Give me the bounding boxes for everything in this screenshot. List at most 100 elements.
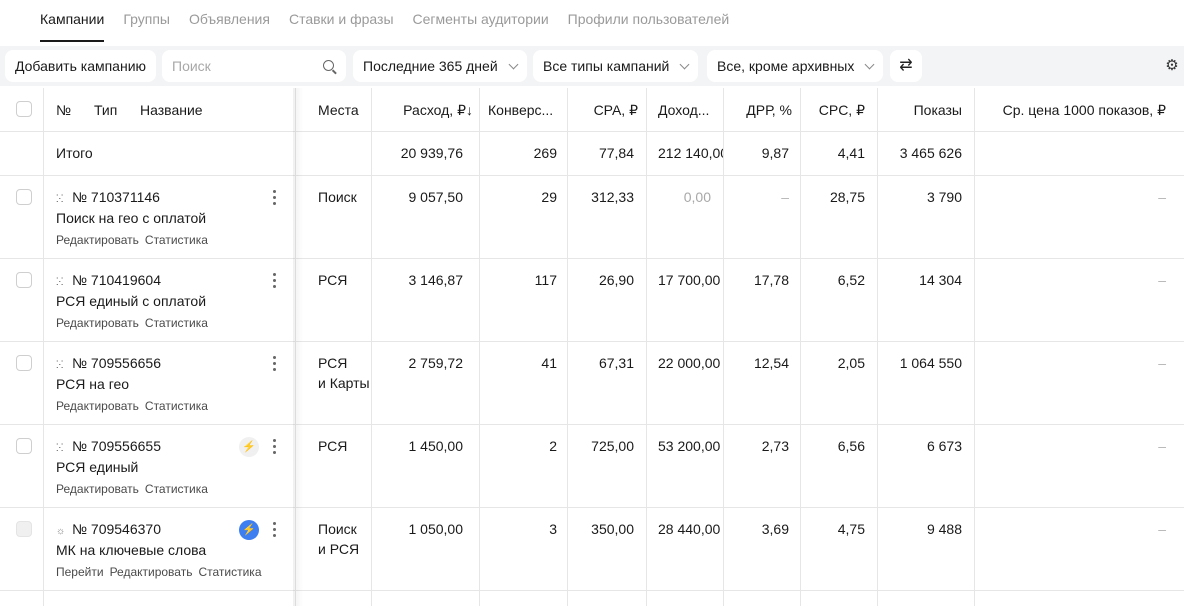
header-name[interactable]: Название — [140, 102, 203, 118]
conversions-value: 41 — [541, 355, 557, 371]
cpc-value: 28,75 — [829, 189, 865, 205]
campaign-link[interactable]: Статистика — [198, 565, 261, 579]
total-label: Итого — [56, 145, 93, 161]
campaign-link[interactable]: Статистика — [145, 316, 208, 330]
income-value: 22 000,00 — [658, 355, 721, 371]
shows-value: 14 304 — [919, 272, 962, 288]
drr-cell: 2,73 — [724, 425, 801, 507]
campaign-name[interactable]: РСЯ на гео — [56, 376, 129, 392]
select-all-cell — [0, 88, 44, 131]
shows-cell: 14 304 — [878, 259, 975, 341]
total-row: Итого 20 939,76 269 77,84 212 140,00 9,8… — [0, 132, 1184, 176]
archive-filter-select[interactable]: Все, кроме архивных — [707, 50, 884, 82]
drr-value: – — [781, 189, 789, 205]
lightning-icon[interactable]: ⚡ — [239, 520, 259, 540]
header-conversions[interactable]: Конверс... — [488, 102, 553, 118]
header-drr[interactable]: ДРР, % — [746, 102, 792, 118]
conversions-value: 2 — [549, 438, 557, 454]
campaign-name[interactable]: РСЯ единый — [56, 459, 138, 475]
conversions-cell: 3 — [480, 508, 568, 590]
places-value: РСЯ — [318, 438, 348, 454]
campaign-id: ⵘ № 709556656 — [56, 355, 161, 371]
drr-cell: – — [724, 176, 801, 258]
header-shows[interactable]: Показы — [914, 102, 962, 118]
cpc-value: 2,05 — [837, 355, 865, 371]
cpc-cell: 28,75 — [801, 176, 878, 258]
cpc-cell: 2,05 — [801, 342, 878, 424]
header-cpm[interactable]: Ср. цена 1000 показов, ₽ — [1003, 102, 1166, 119]
campaign-link[interactable]: Редактировать — [56, 482, 139, 496]
header-income[interactable]: Доход... — [658, 102, 709, 118]
filters-icon[interactable]: ⇄ — [890, 50, 922, 82]
campaign-name-cell — [44, 591, 296, 606]
tab-campaigns[interactable]: Кампании — [40, 0, 105, 44]
add-campaign-button[interactable]: Добавить кампанию — [5, 50, 157, 82]
campaign-actions: Редактировать Статистика — [56, 482, 214, 496]
cpm-value: – — [1158, 521, 1166, 537]
row-select-cell — [0, 342, 44, 424]
cpa-value: 67,31 — [598, 355, 634, 371]
total-shows: 3 465 626 — [899, 145, 962, 161]
campaign-id: ⵘ № 709556655 — [56, 438, 161, 454]
table-row-partial — [0, 591, 1184, 606]
row-checkbox[interactable] — [16, 272, 32, 288]
spend-cell: 1 050,00 — [372, 508, 480, 590]
income-value: 53 200,00 — [658, 438, 721, 454]
places-cell: РСЯ и Карты — [306, 342, 372, 424]
more-options-icon[interactable] — [273, 439, 277, 455]
campaign-name[interactable]: Поиск на гео с оплатой — [56, 210, 206, 226]
search-input[interactable] — [172, 50, 312, 82]
campaign-link[interactable]: Редактировать — [56, 399, 139, 413]
row-select-cell — [0, 176, 44, 258]
header-places[interactable]: Места — [318, 102, 359, 118]
campaign-id: ⵘ № 710371146 — [56, 189, 160, 205]
campaign-name[interactable]: РСЯ единый с оплатой — [56, 293, 206, 309]
row-checkbox[interactable] — [16, 189, 32, 205]
tab-audience-segments[interactable]: Сегменты аудитории — [413, 0, 549, 44]
header-type[interactable]: Тип — [94, 102, 117, 118]
campaign-link[interactable]: Редактировать — [110, 565, 193, 579]
more-options-icon[interactable] — [273, 356, 277, 372]
campaign-name[interactable]: МК на ключевые слова — [56, 542, 206, 558]
campaign-link[interactable]: Статистика — [145, 399, 208, 413]
drr-value: 12,54 — [753, 355, 789, 371]
income-cell — [647, 591, 724, 606]
cpm-cell: – — [975, 342, 1184, 424]
tab-groups[interactable]: Группы — [123, 0, 170, 44]
header-income-cell: Доход... — [647, 88, 724, 131]
lightning-icon[interactable]: ⚡ — [239, 437, 259, 457]
cpm-value: – — [1158, 438, 1166, 454]
tab-bids-phrases[interactable]: Ставки и фразы — [289, 0, 394, 44]
shows-cell — [878, 591, 975, 606]
more-options-icon[interactable] — [273, 190, 277, 206]
period-select[interactable]: Последние 365 дней — [353, 50, 527, 82]
places-cell: РСЯ — [306, 425, 372, 507]
campaign-link[interactable]: Статистика — [145, 482, 208, 496]
campaign-types-select[interactable]: Все типы кампаний — [533, 50, 699, 82]
cpm-cell: – — [975, 425, 1184, 507]
header-spend[interactable]: Расход, ₽↓ — [403, 102, 473, 119]
more-options-icon[interactable] — [273, 522, 277, 538]
row-checkbox[interactable] — [16, 521, 32, 537]
campaign-link[interactable]: Редактировать — [56, 233, 139, 247]
row-checkbox[interactable] — [16, 438, 32, 454]
income-cell: 0,00 — [647, 176, 724, 258]
header-no[interactable]: № — [56, 102, 71, 118]
campaign-link[interactable]: Статистика — [145, 233, 208, 247]
header-cpa[interactable]: CPA, ₽ — [594, 102, 638, 119]
tab-ads[interactable]: Объявления — [189, 0, 270, 44]
campaign-link[interactable]: Перейти — [56, 565, 104, 579]
gear-icon[interactable]: ⚙ — [1162, 56, 1182, 76]
search-icon[interactable] — [323, 60, 334, 71]
campaign-link[interactable]: Редактировать — [56, 316, 139, 330]
total-label-cell: Итого — [44, 132, 296, 175]
campaign-name-cell: ⵘ № 710371146 Поиск на гео с оплатой Редакт… — [44, 176, 296, 258]
drr-value: 2,73 — [761, 438, 789, 454]
tab-user-profiles[interactable]: Профили пользователей — [568, 0, 730, 44]
select-all-checkbox[interactable] — [16, 101, 32, 117]
header-cpc[interactable]: CPC, ₽ — [819, 102, 865, 119]
cpc-cell: 4,75 — [801, 508, 878, 590]
row-checkbox[interactable] — [16, 355, 32, 371]
more-options-icon[interactable] — [273, 273, 277, 289]
conversions-cell — [480, 591, 568, 606]
